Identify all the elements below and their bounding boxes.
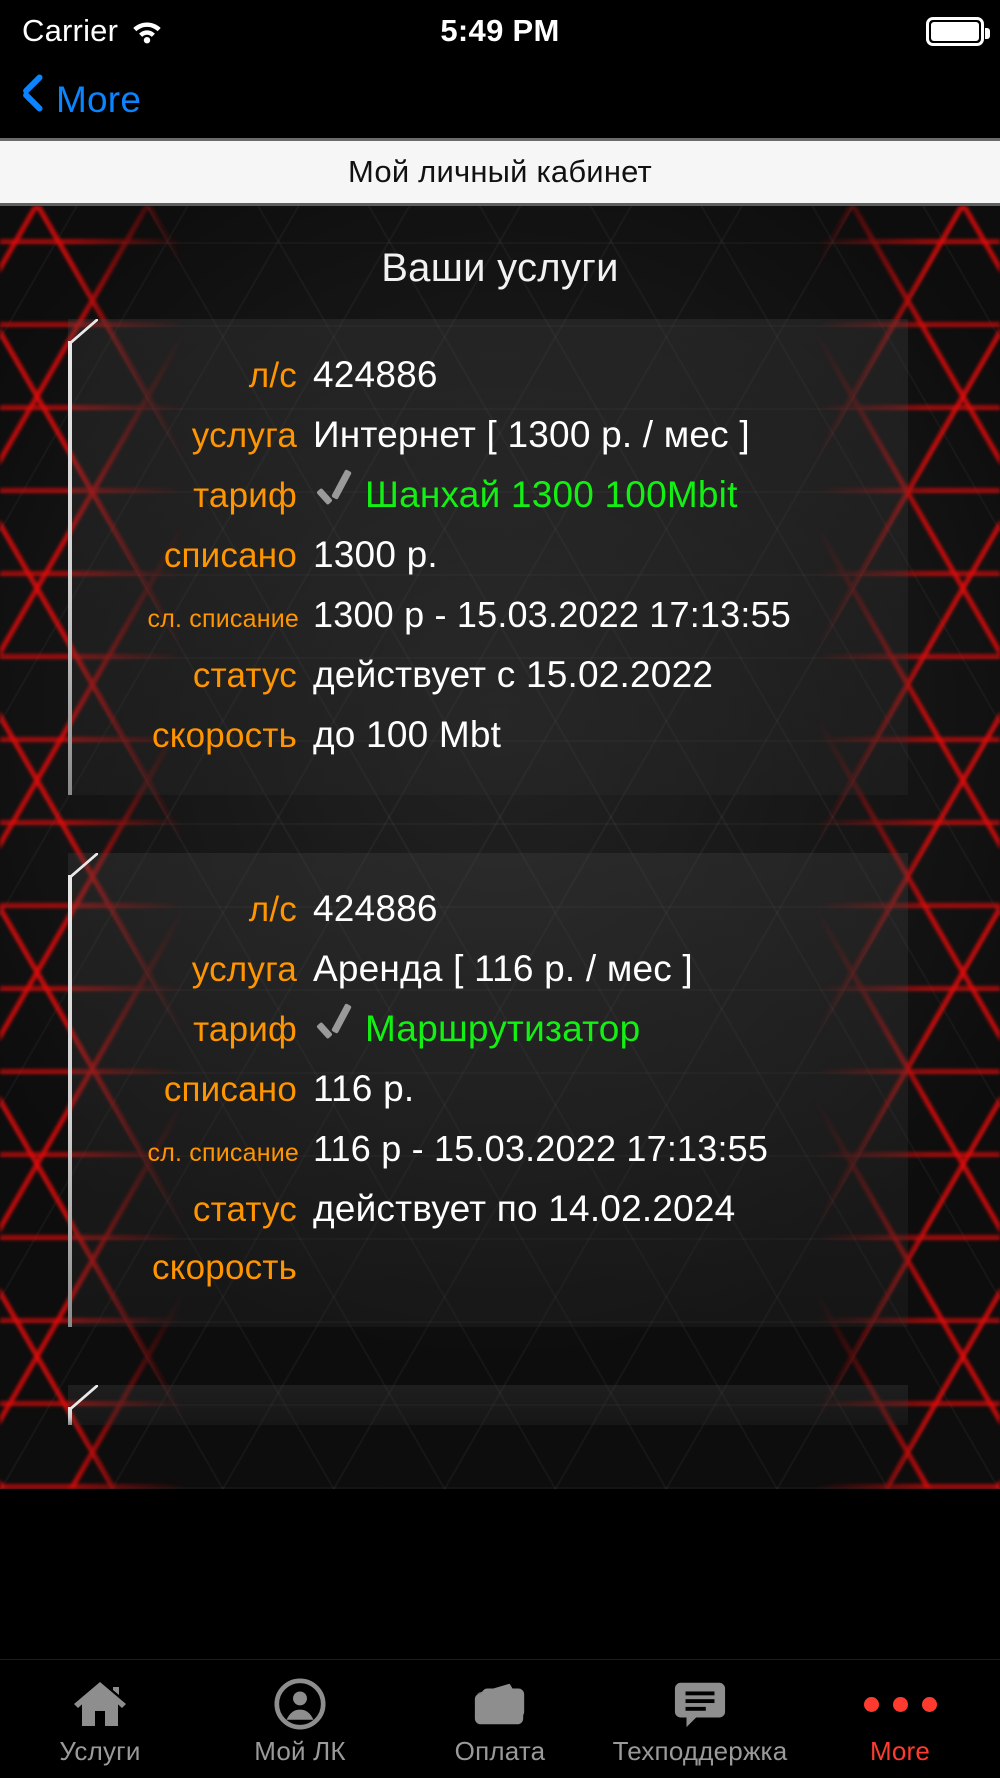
tab-moy-lk[interactable]: Мой ЛК bbox=[200, 1660, 400, 1767]
section-title: Ваши услуги bbox=[381, 246, 619, 290]
value-service: Интернет [ 1300 р. / мес ] bbox=[313, 414, 750, 455]
label-tariff: тариф bbox=[193, 476, 297, 515]
card-edge-decoration bbox=[68, 1385, 98, 1425]
value-status: действует по 14.02.2024 bbox=[313, 1188, 736, 1229]
value-tariff: Маршрутизатор bbox=[313, 1008, 640, 1050]
checkmark-icon bbox=[313, 477, 355, 511]
status-bar: Carrier 5:49 PM bbox=[0, 0, 1000, 62]
tab-more[interactable]: More bbox=[800, 1660, 1000, 1767]
tab-label: More bbox=[869, 1736, 931, 1766]
label-charged: списано bbox=[163, 1070, 297, 1109]
card-row-tariff: тариф Маршрутизатор bbox=[68, 999, 908, 1059]
app-screen: Carrier 5:49 PM More Мой личный кабинет bbox=[0, 0, 1000, 1778]
tab-uslugi[interactable]: Услуги bbox=[0, 1660, 200, 1767]
label-status: статус bbox=[192, 656, 297, 695]
back-button-label: More bbox=[56, 79, 142, 120]
value-charged: 116 р. bbox=[313, 1068, 415, 1109]
status-bar-right bbox=[926, 16, 990, 46]
value-service: Аренда [ 116 р. / мес ] bbox=[313, 948, 693, 989]
value-status: действует с 15.02.2022 bbox=[313, 654, 714, 695]
battery-full-icon bbox=[926, 16, 990, 46]
more-dots-icon bbox=[863, 1676, 937, 1732]
person-circle-icon bbox=[274, 1676, 326, 1732]
page-title-bar: Мой личный кабинет bbox=[0, 138, 1000, 206]
page-title: Мой личный кабинет bbox=[348, 154, 652, 189]
cards-icon bbox=[471, 1676, 529, 1732]
service-card[interactable]: л/с 424886 услуга Аренда [ 116 р. / мес … bbox=[68, 853, 908, 1327]
tab-bar: Услуги Мой ЛК Оплата Техподдержка More bbox=[0, 1659, 1000, 1778]
value-account: 424886 bbox=[313, 354, 438, 395]
label-service: услуга bbox=[191, 950, 297, 989]
card-row-speed: скорость bbox=[68, 1239, 908, 1297]
card-row-charged: списано 116 р. bbox=[68, 1059, 908, 1119]
card-row-speed: скорость до 100 Mbt bbox=[68, 705, 908, 765]
chevron-left-icon bbox=[22, 81, 44, 119]
card-row-status: статус действует с 15.02.2022 bbox=[68, 645, 908, 705]
label-charged: списано bbox=[163, 536, 297, 575]
card-row-status: статус действует по 14.02.2024 bbox=[68, 1179, 908, 1239]
tab-label: Мой ЛК bbox=[254, 1736, 346, 1766]
tab-label: Оплата bbox=[454, 1736, 546, 1766]
card-row-service: услуга Аренда [ 116 р. / мес ] bbox=[68, 939, 908, 999]
label-speed: скорость bbox=[152, 716, 297, 755]
card-row-tariff: тариф Шанхай 1300 100Mbit bbox=[68, 465, 908, 525]
label-next-charge: сл. списание bbox=[147, 605, 299, 633]
value-charged: 1300 р. bbox=[313, 534, 438, 575]
value-account: 424886 bbox=[313, 888, 438, 929]
checkmark-icon bbox=[313, 1011, 355, 1045]
label-speed: скорость bbox=[152, 1248, 297, 1287]
value-tariff-text: Маршрутизатор bbox=[365, 1008, 641, 1049]
value-next-charge: 116 р - 15.03.2022 17:13:55 bbox=[313, 1128, 769, 1169]
label-service: услуга bbox=[191, 416, 297, 455]
card-row-account: л/с 424886 bbox=[68, 345, 908, 405]
service-card-partial[interactable] bbox=[68, 1385, 908, 1425]
card-row-next-charge: сл. списание 1300 р - 15.03.2022 17:13:5… bbox=[68, 585, 908, 645]
tab-label: Услуги bbox=[59, 1736, 141, 1766]
tab-oplata[interactable]: Оплата bbox=[400, 1660, 600, 1767]
service-card[interactable]: л/с 424886 услуга Интернет [ 1300 р. / м… bbox=[68, 319, 908, 795]
home-icon bbox=[72, 1676, 128, 1732]
value-speed: до 100 Mbt bbox=[313, 714, 502, 755]
value-tariff-text: Шанхай 1300 100Mbit bbox=[365, 474, 738, 515]
clock-label: 5:49 PM bbox=[440, 13, 560, 48]
label-account: л/с bbox=[248, 356, 297, 395]
value-tariff: Шанхай 1300 100Mbit bbox=[313, 474, 738, 516]
tab-label: Техподдержка bbox=[612, 1736, 788, 1766]
content-area[interactable]: Ваши услуги л/с 424886 услуга Интернет [… bbox=[0, 206, 1000, 1489]
label-status: статус bbox=[192, 1190, 297, 1229]
back-button[interactable]: More bbox=[22, 79, 141, 121]
card-row-charged: списано 1300 р. bbox=[68, 525, 908, 585]
label-tariff: тариф bbox=[193, 1010, 297, 1049]
label-next-charge: сл. списание bbox=[147, 1139, 299, 1167]
card-row-service: услуга Интернет [ 1300 р. / мес ] bbox=[68, 405, 908, 465]
chat-bubble-icon bbox=[673, 1676, 727, 1732]
value-next-charge: 1300 р - 15.03.2022 17:13:55 bbox=[313, 594, 792, 635]
card-row-account: л/с 424886 bbox=[68, 879, 908, 939]
services-list: Ваши услуги л/с 424886 услуга Интернет [… bbox=[0, 206, 1000, 1425]
card-row-next-charge: сл. списание 116 р - 15.03.2022 17:13:55 bbox=[68, 1119, 908, 1179]
navigation-bar: More bbox=[0, 62, 1000, 138]
label-account: л/с bbox=[248, 890, 297, 929]
tab-tehpodderzhka[interactable]: Техподдержка bbox=[600, 1660, 800, 1767]
